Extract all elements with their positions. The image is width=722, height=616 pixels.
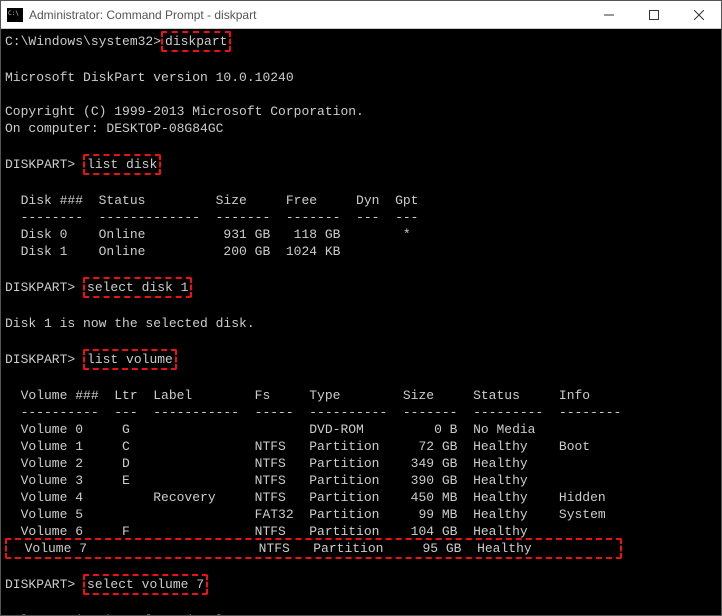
close-button[interactable] <box>676 1 721 29</box>
window-title: Administrator: Command Prompt - diskpart <box>29 8 256 22</box>
prompt-dp: DISKPART> <box>5 280 75 295</box>
disk-header: Disk ### Status Size Free Dyn Gpt <box>5 193 418 208</box>
version-line: Microsoft DiskPart version 10.0.10240 <box>5 70 294 85</box>
prompt-dp: DISKPART> <box>5 577 75 592</box>
copyright-line: Copyright (C) 1999-2013 Microsoft Corpor… <box>5 104 364 119</box>
cmd-diskpart: diskpart <box>161 31 231 52</box>
volume-row: Volume 3 E NTFS Partition 390 GB Healthy <box>5 473 528 488</box>
prompt-initial: C:\Windows\system32> <box>5 34 161 49</box>
volume-row: Volume 0 G DVD-ROM 0 B No Media <box>5 422 536 437</box>
volume-header: Volume ### Ltr Label Fs Type Size Status… <box>5 388 590 403</box>
prompt-dp: DISKPART> <box>5 157 75 172</box>
volume-divider: ---------- --- ----------- ----- -------… <box>5 405 621 420</box>
volume-row: Volume 4 Recovery NTFS Partition 450 MB … <box>5 490 606 505</box>
maximize-button[interactable] <box>631 1 676 29</box>
minimize-button[interactable] <box>586 1 631 29</box>
console-output[interactable]: C:\Windows\system32>diskpart Microsoft D… <box>1 29 721 615</box>
disk-row: Disk 0 Online 931 GB 118 GB * <box>5 227 411 242</box>
volume-row: Volume 2 D NTFS Partition 349 GB Healthy <box>5 456 528 471</box>
cmd-select-volume: select volume 7 <box>83 574 208 595</box>
cmd-list-disk: list disk <box>83 154 161 175</box>
prompt-dp: DISKPART> <box>5 352 75 367</box>
cmd-list-volume: list volume <box>83 349 177 370</box>
cmd-icon <box>7 8 23 22</box>
volume-row: Volume 6 F NTFS Partition 104 GB Healthy <box>5 524 528 539</box>
window-frame: Administrator: Command Prompt - diskpart… <box>0 0 722 616</box>
disk-row: Disk 1 Online 200 GB 1024 KB <box>5 244 340 259</box>
volume-row: Volume 5 FAT32 Partition 99 MB Healthy S… <box>5 507 606 522</box>
volume-row-highlighted: Volume 7 NTFS Partition 95 GB Healthy <box>5 538 622 559</box>
select-disk-msg: Disk 1 is now the selected disk. <box>5 316 255 331</box>
cmd-select-disk: select disk 1 <box>83 277 192 298</box>
disk-divider: -------- ------------- ------- ------- -… <box>5 210 418 225</box>
computer-line: On computer: DESKTOP-08G84GC <box>5 121 223 136</box>
volume-row: Volume 1 C NTFS Partition 72 GB Healthy … <box>5 439 590 454</box>
titlebar[interactable]: Administrator: Command Prompt - diskpart <box>1 1 721 29</box>
select-volume-msg: Volume 7 is the selected volume. <box>5 613 255 615</box>
